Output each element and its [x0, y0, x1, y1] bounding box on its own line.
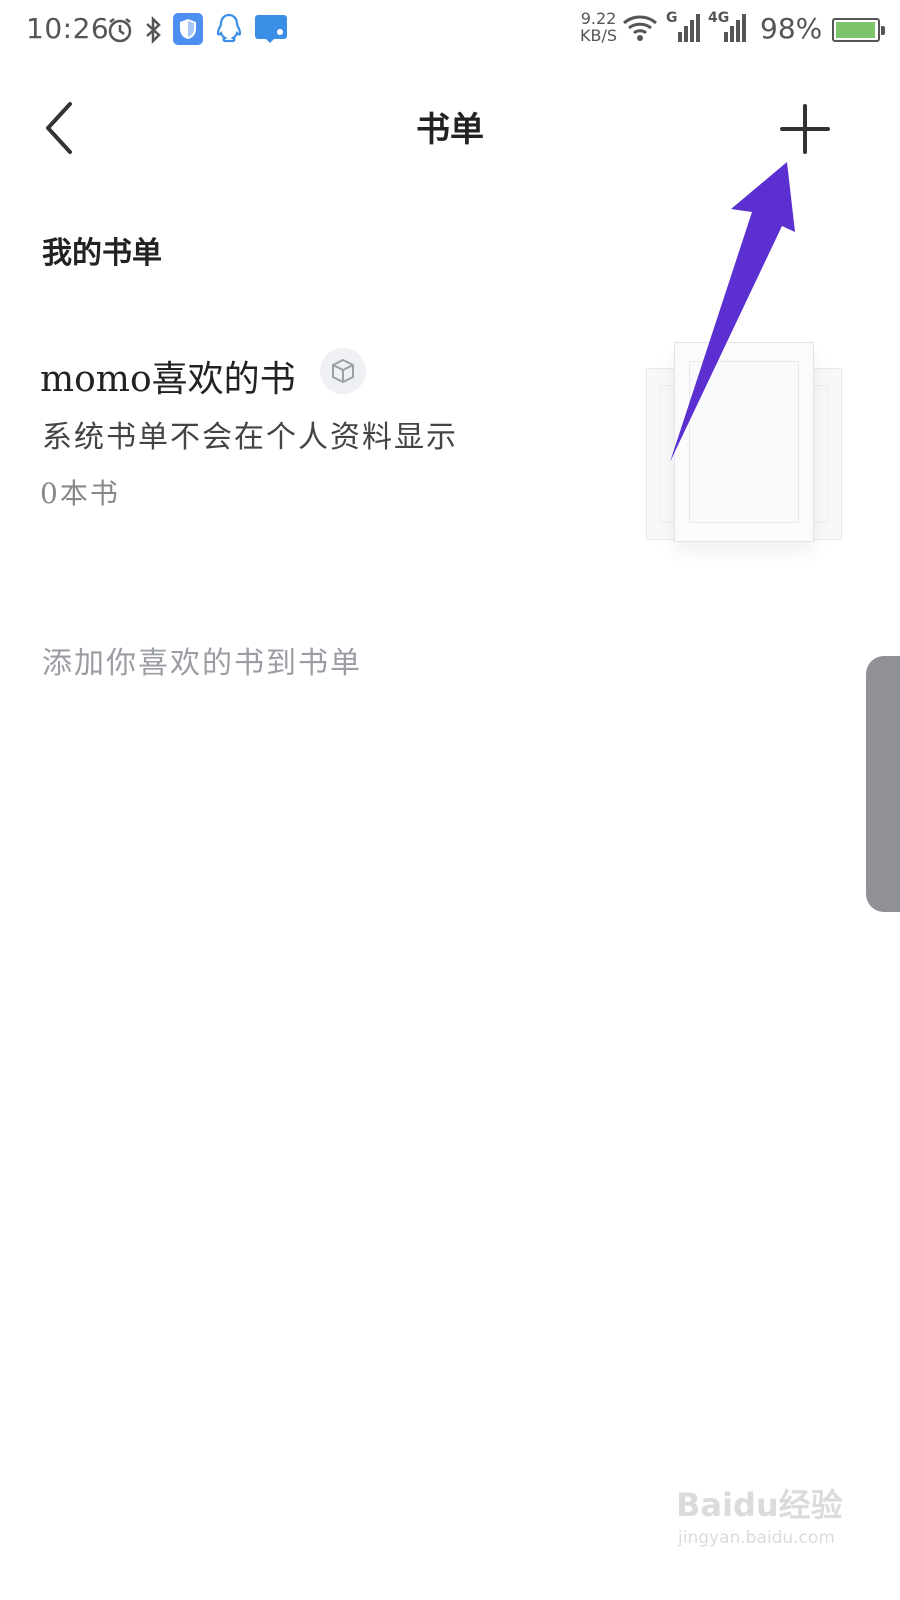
- network-speed: 9.22 KB/S: [580, 10, 617, 44]
- network-speed-unit: KB/S: [580, 26, 618, 45]
- section-title: 我的书单: [42, 236, 162, 271]
- status-bar: 10:26 9.22 KB/S G 4G 98%: [0, 0, 900, 64]
- plus-icon: [780, 104, 830, 154]
- watermark-logo-text: Baidu经验: [676, 1486, 843, 1524]
- network-type-label: G: [666, 10, 678, 26]
- bluetooth-icon: [142, 15, 164, 48]
- add-booklist-button[interactable]: [780, 104, 830, 154]
- shield-icon: [172, 12, 204, 50]
- system-badge: [320, 348, 366, 394]
- booklist-title: momo喜欢的书: [40, 359, 296, 400]
- page-title: 书单: [416, 110, 484, 150]
- empty-hint: 添加你喜欢的书到书单: [42, 646, 362, 681]
- booklist-description: 系统书单不会在个人资料显示: [42, 420, 458, 455]
- booklist-cover: [640, 340, 850, 550]
- battery-percent: 98%: [760, 12, 823, 45]
- status-time: 10:26: [26, 12, 110, 45]
- cube-icon: [332, 358, 354, 384]
- battery-level: [836, 22, 876, 38]
- signal-icon: G: [666, 10, 700, 48]
- network-type-label: 4G: [708, 10, 730, 26]
- message-icon: [254, 14, 288, 48]
- battery-icon: [832, 18, 885, 42]
- booklist-item[interactable]: momo喜欢的书 系统书单不会在个人资料显示 0本书: [0, 330, 900, 570]
- side-scroll-handle[interactable]: [866, 656, 900, 912]
- baidu-watermark: Baidu经验 jingyan.baidu.com: [676, 1470, 876, 1560]
- cover-front-placeholder: [674, 342, 814, 542]
- signal-4g-icon: 4G: [708, 10, 748, 48]
- booklist-count: 0本书: [40, 477, 120, 510]
- watermark-url: jingyan.baidu.com: [678, 1528, 835, 1548]
- alarm-icon: [106, 16, 134, 48]
- battery-tip: [881, 26, 885, 35]
- cover-front-inner: [689, 361, 799, 523]
- qq-icon: [214, 12, 244, 50]
- network-speed-value: 9.22: [580, 9, 617, 28]
- wifi-icon: [622, 14, 658, 46]
